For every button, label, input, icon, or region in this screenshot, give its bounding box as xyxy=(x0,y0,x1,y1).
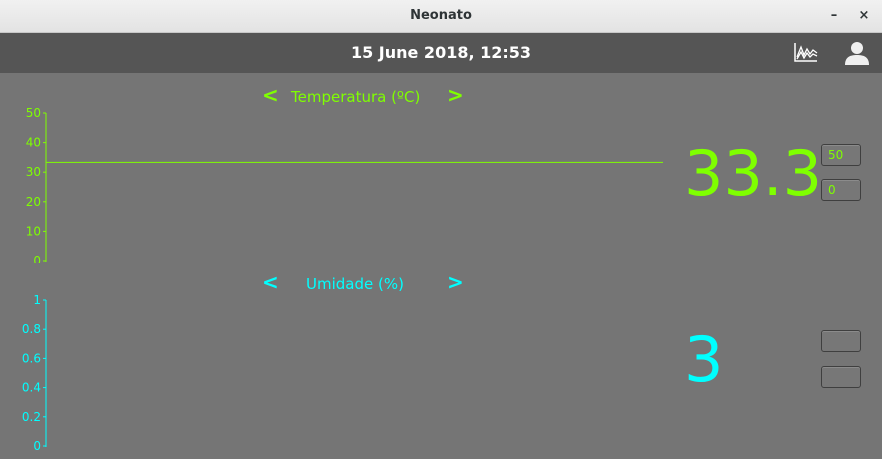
header-bar: 15 June 2018, 12:53 xyxy=(0,33,882,73)
y-tick-label: 0.8 xyxy=(22,322,41,336)
temperature-readout: 33.3 xyxy=(684,137,823,210)
y-tick-label: 20 xyxy=(26,195,41,209)
minimize-button[interactable]: – xyxy=(825,7,843,25)
y-tick-label: 40 xyxy=(26,136,41,150)
temperature-lower-limit-input[interactable]: 0 xyxy=(821,179,861,201)
user-icon[interactable] xyxy=(842,39,872,67)
temperature-panel: < Temperatura (ºC) > 50 40 30 20 10 0 33.3 50… xyxy=(0,73,882,263)
y-tick-label: 10 xyxy=(26,224,41,238)
y-tick-label: 0 xyxy=(33,254,41,263)
window-titlebar: Neonato – × xyxy=(0,0,882,33)
humidity-lower-limit-input[interactable] xyxy=(821,366,861,388)
y-tick-label: 0 xyxy=(33,439,41,453)
humidity-readout: 3 xyxy=(684,323,724,396)
humidity-upper-limit-input[interactable] xyxy=(821,330,861,352)
temperature-upper-limit-input[interactable]: 50 xyxy=(821,144,861,166)
chart-icon[interactable] xyxy=(791,39,821,67)
temperature-chart: 50 40 30 20 10 0 xyxy=(26,106,663,263)
y-tick-label: 0.4 xyxy=(22,381,41,395)
y-tick-label: 50 xyxy=(26,106,41,120)
window-title: Neonato xyxy=(410,8,472,23)
humidity-panel: < Umidade (%) > 1 0.8 0.6 0.4 0.2 0 3 xyxy=(0,263,882,459)
y-tick-label: 0.2 xyxy=(22,410,41,424)
y-tick-label: 1 xyxy=(33,293,41,307)
datetime-display: 15 June 2018, 12:53 xyxy=(350,43,532,62)
humidity-chart: 1 0.8 0.6 0.4 0.2 0 xyxy=(22,293,47,453)
y-tick-label: 30 xyxy=(26,165,41,179)
close-button[interactable]: × xyxy=(855,7,873,25)
y-tick-label: 0.6 xyxy=(22,351,41,365)
